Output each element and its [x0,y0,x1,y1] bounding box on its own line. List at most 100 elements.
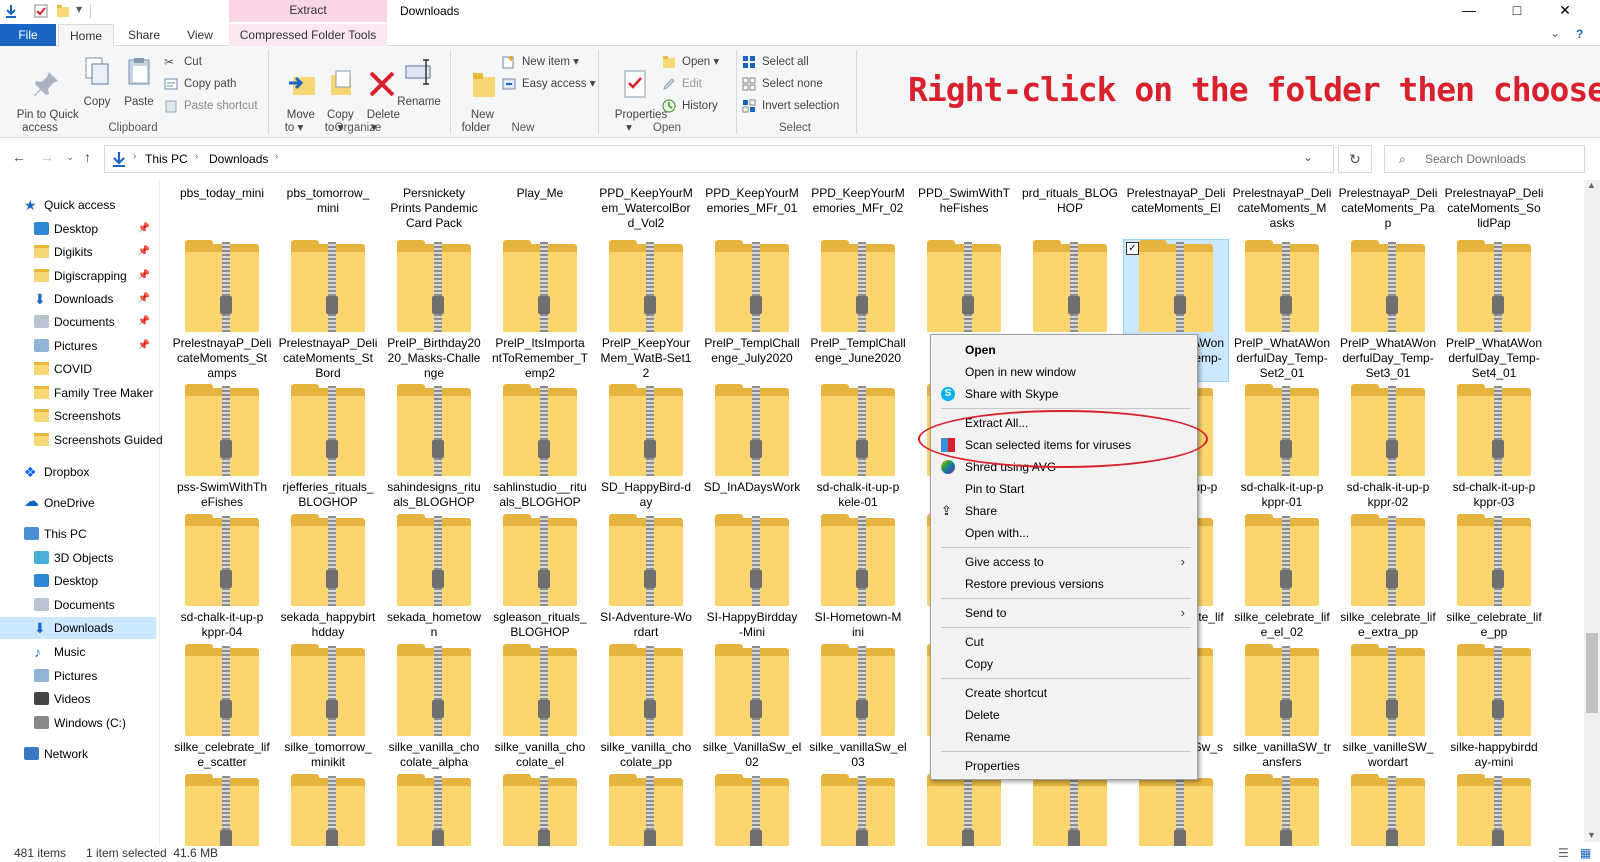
file-item[interactable]: PrelP_KeepYour Mem_WatB-Set1 2 [594,240,698,381]
nav-item-dropbox[interactable]: ❖ Dropbox [0,461,156,483]
menu-item-open[interactable]: Open [933,339,1195,361]
file-item[interactable]: Play_Me [488,186,592,201]
up-arrow-icon[interactable]: ↑ [84,149,91,165]
nav-item-music[interactable]: ♪ Music [0,641,156,663]
nav-item-downloads[interactable]: ⬇ Downloads [0,617,156,639]
file-item[interactable]: rjefferies_rituals_ BLOGHOP [276,384,380,510]
zip-folder-icon[interactable] [185,774,259,846]
zip-folder-icon[interactable] [821,774,895,846]
file-item[interactable]: silke_celebrate_lif e_pp [1442,514,1546,640]
file-item[interactable]: SI-Hometown-M ini [806,514,910,640]
recent-locations-icon[interactable]: ⌄ [66,152,74,163]
zip-folder-icon[interactable] [927,774,1001,846]
file-item[interactable]: PrelP_WhatAWon derfulDay_Temp- Set4_01 [1442,240,1546,381]
file-item[interactable]: PrelP_TemplChall enge_July2020 [700,240,804,366]
menu-item-cut[interactable]: Cut [933,631,1195,653]
forward-arrow-icon[interactable]: → [40,149,54,165]
file-item[interactable]: pbs_tomorrow_ mini [276,186,380,216]
nav-item-quick-access[interactable]: ★ Quick access [0,194,156,216]
nav-item-screenshots[interactable]: Screenshots [0,405,156,427]
customize-quick-access-icon[interactable]: ▾ [76,2,82,16]
tab-home[interactable]: Home [58,24,114,47]
history-button[interactable]: History [662,96,718,116]
paste-button[interactable]: Paste [118,56,160,109]
back-arrow-icon[interactable]: ← [12,149,26,165]
menu-item-properties[interactable]: Properties [933,755,1195,777]
properties-check-icon[interactable] [34,4,48,18]
file-item[interactable]: PrelestnayaP_Deli cateMoments_St Bord [276,240,380,381]
nav-item-digiscrapping[interactable]: Digiscrapping 📌 [0,265,156,287]
file-item[interactable]: PrelP_Birthday20 20_Masks-Challe nge [382,240,486,381]
nav-item-3d-objects[interactable]: 3D Objects [0,547,156,569]
file-item[interactable]: pbs_today_mini [170,186,274,201]
easy-access-button[interactable]: Easy access ▾ [502,74,596,94]
zip-folder-icon[interactable] [1245,774,1319,846]
file-item[interactable]: silke_celebrate_lif e_extra_pp [1336,514,1440,640]
search-input[interactable]: ⌕ Search Downloads [1384,145,1585,173]
tab-compressed-folder-tools[interactable]: Compressed Folder Tools [229,24,387,46]
minimize-button[interactable]: — [1446,0,1492,22]
file-item[interactable]: sd-chalk-it-up-p kele-01 [806,384,910,510]
nav-item-family-tree-maker[interactable]: Family Tree Maker [0,382,156,404]
tab-view[interactable]: View [172,24,228,46]
menu-item-rename[interactable]: Rename [933,726,1195,748]
file-item[interactable] [912,240,1016,336]
file-item[interactable]: silke_vanilla_cho colate_el [488,644,592,770]
zip-folder-icon[interactable] [503,774,577,846]
file-item[interactable]: PrelestnayaP_Deli cateMoments_St amps [170,240,274,381]
scroll-up-icon[interactable]: ▲ [1587,180,1596,190]
copy-to-button[interactable]: Copy to ▾ [314,56,354,148]
file-item[interactable]: PPD_KeepYourM emories_MFr_02 [806,186,910,216]
nav-item-pictures[interactable]: Pictures [0,665,156,687]
nav-item-network[interactable]: Network [0,743,156,765]
file-item[interactable]: SD_InADaysWork [700,384,804,495]
delete-button[interactable]: Delete ▾ [354,56,400,148]
address-history-dropdown-icon[interactable]: ⌄ [1303,150,1313,164]
menu-item-restore-previous-versions[interactable]: Restore previous versions [933,573,1195,595]
file-item[interactable]: sekada_happybirt hdday [276,514,380,640]
invert-selection-button[interactable]: Invert selection [742,96,839,116]
nav-item-digikits[interactable]: Digikits 📌 [0,241,156,263]
menu-item-pin-to-start[interactable]: Pin to Start [933,478,1195,500]
zip-folder-icon[interactable] [715,774,789,846]
new-folder-button[interactable]: New folder [456,56,496,148]
zip-folder-icon[interactable] [609,774,683,846]
new-folder-quick-icon[interactable] [56,4,70,18]
new-item-button[interactable]: New item ▾ [502,52,579,72]
help-icon[interactable]: ? [1576,27,1583,41]
zip-folder-icon[interactable] [397,774,471,846]
file-item[interactable]: PPD_SwimWithT heFishes [912,186,1016,216]
file-item[interactable] [1018,240,1122,336]
pin-to-quick-access-button[interactable]: Pin to Quick access [4,56,79,148]
file-item[interactable]: silke_vanillaSW_tr ansfers [1230,644,1334,770]
breadcrumb-this-pc[interactable]: This PC [145,152,188,166]
menu-item-open-in-new-window[interactable]: Open in new window [933,361,1195,383]
file-item[interactable]: sd-chalk-it-up-p kppr-03 [1442,384,1546,510]
properties-button[interactable]: Properties ▾ [602,56,667,148]
file-item[interactable]: sd-chalk-it-up-p kppr-04 [170,514,274,640]
zip-folder-icon[interactable] [1457,774,1531,846]
menu-item-share[interactable]: ⇪ Share [933,500,1195,522]
nav-item-screenshots-guided[interactable]: Screenshots Guided [0,429,163,451]
file-item[interactable]: PrelP_TemplChall enge_June2020 [806,240,910,366]
file-item[interactable]: silke_tomorrow_ minikit [276,644,380,770]
file-item[interactable]: Persnickety Prints Pandemic Card Pack [382,186,486,231]
menu-item-share-with-skype[interactable]: S Share with Skype [933,383,1195,405]
file-item[interactable]: SD_HappyBird-d ay [594,384,698,510]
refresh-button[interactable]: ↻ [1338,145,1372,173]
paste-shortcut-button[interactable]: Paste shortcut [164,96,258,116]
rename-button[interactable]: Rename [394,56,444,109]
nav-item-downloads[interactable]: ⬇ Downloads 📌 [0,288,156,310]
nav-item-documents[interactable]: Documents 📌 [0,311,156,333]
menu-item-create-shortcut[interactable]: Create shortcut [933,682,1195,704]
file-item[interactable]: silke_vanilleSW_ wordart [1336,644,1440,770]
menu-item-delete[interactable]: Delete [933,704,1195,726]
file-item[interactable]: SI-Adventure-Wo rdart [594,514,698,640]
move-to-button[interactable]: Move to ▾ [274,56,315,148]
file-item[interactable]: silke_celebrate_lif e_scatter [170,644,274,770]
breadcrumb-downloads[interactable]: Downloads [209,152,268,166]
selection-checkbox[interactable]: ✓ [1126,242,1139,255]
file-item[interactable]: prd_rituals_BLOG HOP [1018,186,1122,216]
file-item[interactable]: PrelestnayaP_Deli cateMoments_So lidPap [1442,186,1546,231]
nav-item-documents[interactable]: Documents [0,594,156,616]
